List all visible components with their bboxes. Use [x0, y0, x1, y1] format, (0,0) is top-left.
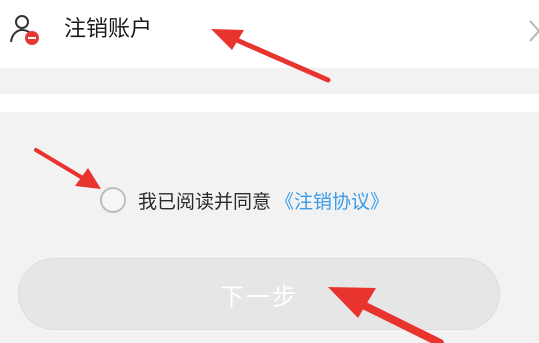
agree-radio[interactable] — [100, 187, 126, 213]
section-divider — [0, 68, 539, 94]
cancel-account-row[interactable]: 注销账户 — [0, 0, 539, 68]
arrow-to-radio — [34, 148, 101, 189]
user-icon — [10, 15, 39, 45]
agreement-link[interactable]: 《注销协议》 — [275, 187, 389, 214]
next-step-button[interactable]: 下一步 — [18, 258, 500, 330]
agreement-row: 我已阅读并同意 《注销协议》 — [100, 182, 389, 218]
chevron-right-icon — [529, 20, 539, 42]
next-step-label: 下一步 — [220, 282, 298, 311]
agreement-text: 我已阅读并同意 — [138, 190, 272, 213]
cancel-account-label: 注销账户 — [64, 17, 153, 42]
spacer-band — [0, 94, 539, 112]
